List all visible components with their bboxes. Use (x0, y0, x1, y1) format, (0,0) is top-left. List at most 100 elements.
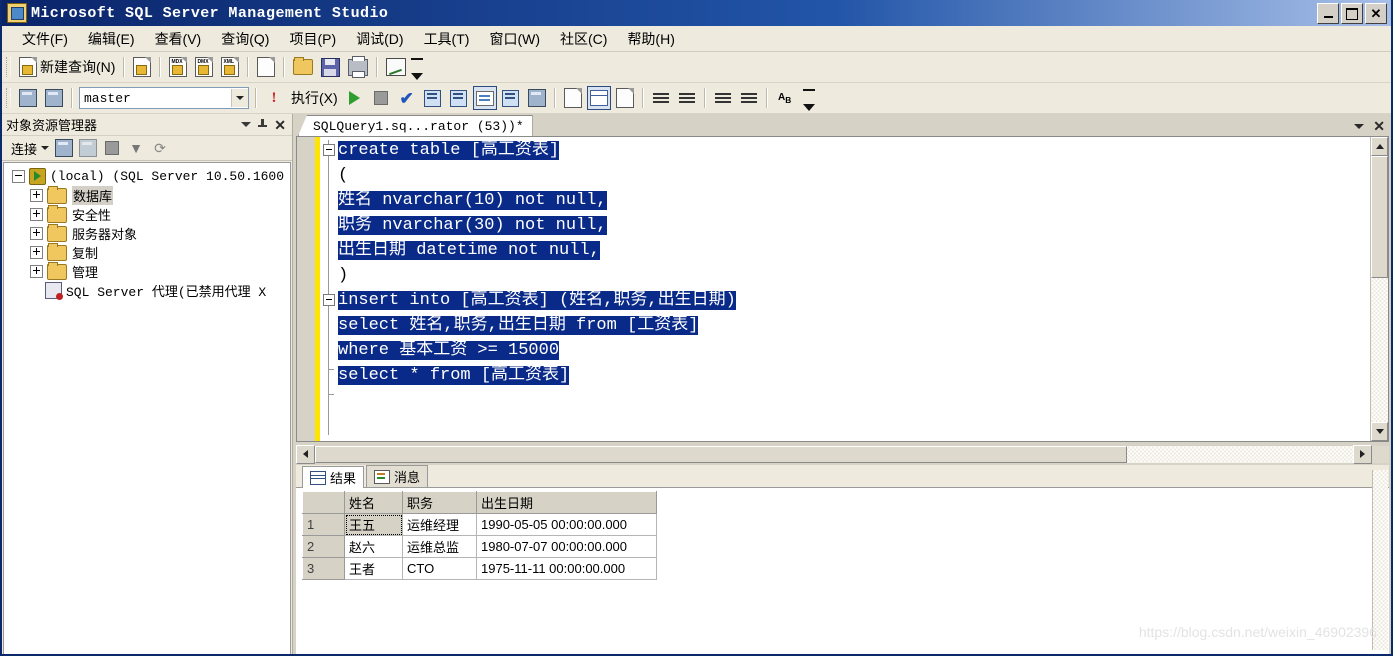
table-row[interactable]: 1 王五 运维经理 1990-05-05 00:00:00.000 (302, 513, 657, 536)
menu-window[interactable]: 窗口(W) (479, 26, 550, 52)
editor-horizontal-scrollbar[interactable] (296, 444, 1389, 464)
results-grid-container[interactable]: 姓名 职务 出生日期 1 王五 运维经理 1990-05-05 00:00:00… (296, 488, 1389, 654)
toolbar-overflow-button[interactable] (410, 54, 424, 82)
pin-icon[interactable] (258, 119, 268, 130)
results-to-grid-button-2[interactable] (586, 86, 611, 110)
cell-title[interactable]: 运维经理 (402, 513, 477, 536)
query-options-button[interactable] (447, 86, 471, 110)
menu-project[interactable]: 项目(P) (279, 26, 346, 52)
close-icon[interactable]: ✕ (1373, 119, 1385, 133)
table-row[interactable]: 2 赵六 运维总监 1980-07-07 00:00:00.000 (302, 535, 657, 558)
cell-name[interactable]: 赵六 (344, 535, 403, 558)
cell-birthdate[interactable]: 1975-11-11 00:00:00.000 (476, 557, 657, 580)
parse-button[interactable]: ✔ (395, 86, 419, 110)
tab-sqlquery1[interactable]: SQLQuery1.sq...rator (53))* (298, 115, 533, 136)
results-grid[interactable]: 姓名 职务 出生日期 1 王五 运维经理 1990-05-05 00:00:00… (302, 491, 657, 580)
open-file-button[interactable] (290, 55, 316, 79)
connect-button[interactable] (16, 86, 40, 110)
scroll-up-button[interactable] (1371, 137, 1388, 156)
scroll-right-button[interactable] (1353, 444, 1372, 464)
oe-refresh-button[interactable]: ⟳ (150, 139, 170, 157)
menu-edit[interactable]: 编辑(E) (78, 26, 145, 52)
scroll-left-button[interactable] (296, 444, 315, 464)
scroll-thumb[interactable] (315, 445, 1127, 463)
oe-stop-button[interactable] (102, 139, 122, 157)
fold-box-icon[interactable] (323, 294, 335, 306)
database-dropdown[interactable]: master (79, 87, 249, 109)
expander-plus-icon[interactable] (30, 246, 43, 259)
results-vertical-scrollbar[interactable] (1372, 470, 1388, 650)
tree-item-security[interactable]: 安全性 (4, 204, 290, 224)
editor-vertical-scrollbar[interactable] (1370, 137, 1388, 441)
row-number[interactable]: 1 (302, 513, 345, 536)
chevron-down-icon[interactable] (241, 122, 251, 127)
expander-plus-icon[interactable] (30, 208, 43, 221)
menu-tools[interactable]: 工具(T) (414, 26, 480, 52)
toolbar-overflow-button-2[interactable] (802, 85, 816, 113)
menu-help[interactable]: 帮助(H) (617, 26, 684, 52)
expander-plus-icon[interactable] (30, 189, 43, 202)
tree-item-management[interactable]: 管理 (4, 261, 290, 281)
grid-corner-header[interactable] (302, 491, 345, 514)
minimize-button[interactable] (1317, 3, 1339, 24)
increase-indent-button[interactable] (737, 86, 761, 110)
execute-play-button[interactable] (343, 86, 367, 110)
column-header-name[interactable]: 姓名 (344, 491, 403, 514)
scroll-track[interactable] (315, 445, 1353, 463)
include-actual-plan-button[interactable] (499, 86, 523, 110)
exclamation-button[interactable]: ! (262, 86, 286, 110)
scroll-track[interactable] (1371, 278, 1388, 422)
sql-editor[interactable]: create table [高工资表] ( 姓名 nvarchar(10) no… (296, 136, 1389, 442)
new-dmx-query-button[interactable]: DMX (192, 55, 216, 79)
column-header-title[interactable]: 职务 (402, 491, 477, 514)
menu-community[interactable]: 社区(C) (550, 26, 617, 52)
tree-item-sql-server-agent[interactable]: SQL Server 代理(已禁用代理 X (4, 281, 290, 300)
new-file-button[interactable] (254, 55, 278, 79)
disconnect-button[interactable] (42, 86, 66, 110)
tree-item-server-objects[interactable]: 服务器对象 (4, 223, 290, 243)
stop-button[interactable] (369, 86, 393, 110)
new-mdx-query-button[interactable]: MDX (166, 55, 190, 79)
close-icon[interactable]: ✕ (274, 118, 286, 132)
oe-connect-button[interactable] (54, 139, 74, 157)
tree-item-replication[interactable]: 复制 (4, 242, 290, 262)
menu-query[interactable]: 查询(Q) (211, 26, 279, 52)
object-explorer-tree[interactable]: (local) (SQL Server 10.50.1600 数据库 安全性 服… (3, 162, 291, 654)
uncomment-lines-button[interactable] (675, 86, 699, 110)
display-estimated-plan-button[interactable] (421, 86, 445, 110)
tree-item-server[interactable]: (local) (SQL Server 10.50.1600 (4, 167, 290, 186)
new-query-button[interactable]: 新建查询(N) (16, 55, 118, 79)
menu-debug[interactable]: 调试(D) (346, 26, 413, 52)
decrease-indent-button[interactable] (711, 86, 735, 110)
results-to-file-button[interactable] (613, 86, 637, 110)
save-button[interactable] (318, 55, 343, 79)
print-button[interactable] (345, 55, 371, 79)
code-text-area[interactable]: create table [高工资表] ( 姓名 nvarchar(10) no… (338, 137, 1370, 441)
toolbar-grip[interactable] (6, 88, 11, 108)
oe-disconnect-button[interactable] (78, 139, 98, 157)
scroll-down-button[interactable] (1371, 422, 1388, 441)
menu-file[interactable]: 文件(F) (12, 26, 78, 52)
include-client-statistics-button[interactable] (525, 86, 549, 110)
cell-name[interactable]: 王者 (344, 557, 403, 580)
cell-title[interactable]: 运维总监 (402, 535, 477, 558)
comment-lines-button[interactable] (649, 86, 673, 110)
row-number[interactable]: 2 (302, 535, 345, 558)
oe-filter-button[interactable]: ▼ (126, 139, 146, 157)
chevron-down-icon[interactable] (1354, 124, 1364, 129)
table-row[interactable]: 3 王者 CTO 1975-11-11 00:00:00.000 (302, 557, 657, 580)
expander-plus-icon[interactable] (30, 227, 43, 240)
cell-birthdate[interactable]: 1980-07-07 00:00:00.000 (476, 535, 657, 558)
menu-view[interactable]: 查看(V) (145, 26, 212, 52)
maximize-button[interactable] (1341, 3, 1363, 24)
close-button[interactable]: ✕ (1365, 3, 1387, 24)
editor-fold-margin[interactable] (320, 137, 338, 441)
tab-results[interactable]: 结果 (302, 466, 365, 488)
find-replace-button[interactable]: AB (773, 86, 797, 110)
cell-birthdate[interactable]: 1990-05-05 00:00:00.000 (476, 513, 657, 536)
connect-dropdown-button[interactable]: 连接 (8, 138, 52, 159)
chevron-down-icon[interactable] (231, 89, 248, 107)
cell-title[interactable]: CTO (402, 557, 477, 580)
cell-name[interactable]: 王五 (344, 513, 403, 536)
execute-button[interactable]: 执行(X) (288, 86, 341, 110)
